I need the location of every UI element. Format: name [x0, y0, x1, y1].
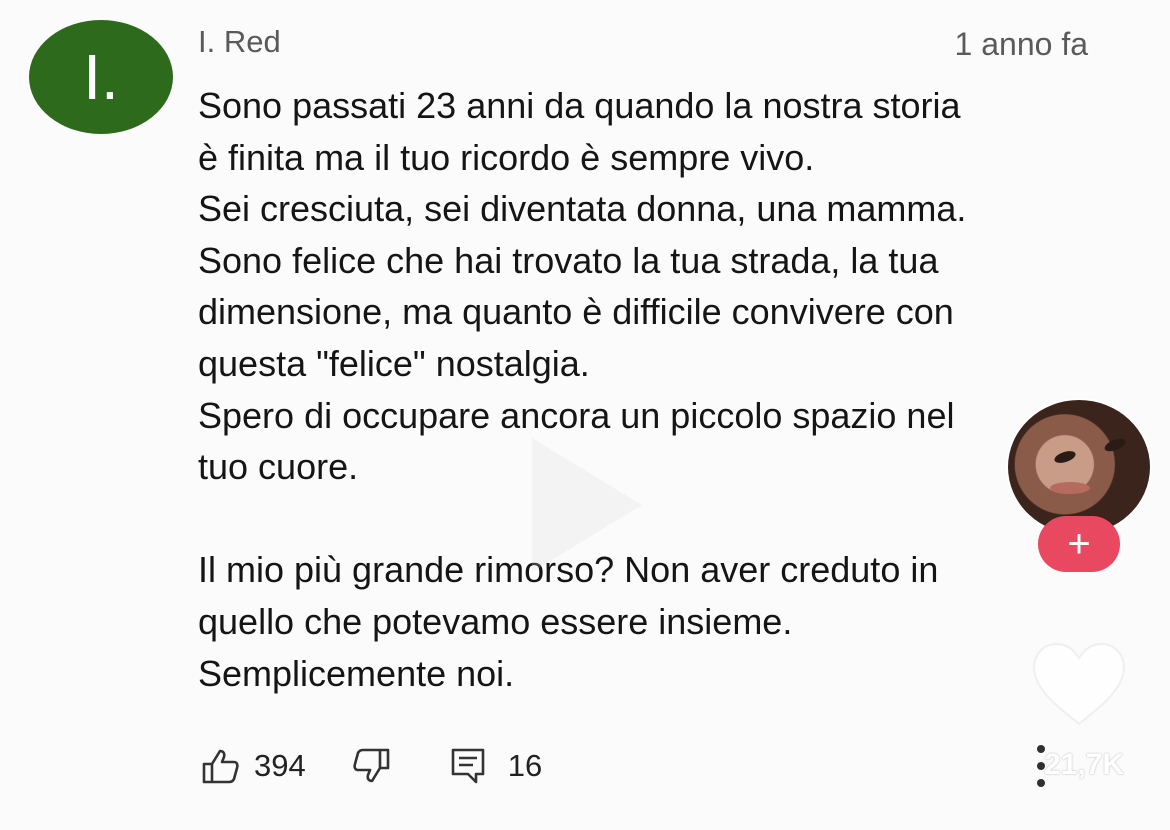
photo-detail [1052, 448, 1078, 466]
comment-line: Semplicemente noi. [198, 652, 515, 694]
comment-timestamp: 1 anno fa [954, 26, 1088, 62]
avatar[interactable]: I. [29, 20, 173, 134]
reply-icon[interactable] [448, 746, 488, 786]
comment-line: Sono passati 23 anni da quando la nostra… [198, 85, 961, 126]
reply-count: 16 [507, 748, 543, 783]
comment-author[interactable]: I. Red [198, 24, 281, 60]
like-count: 394 [254, 748, 306, 783]
follow-button[interactable]: + [1038, 516, 1120, 572]
thumb-down-icon[interactable] [352, 746, 392, 786]
comment-actions: 394 16 [200, 742, 542, 790]
heart-count: 21,7K [1043, 748, 1125, 781]
comment-screenshot-page: I. I. Red 1 anno fa Sono passati 23 anni… [0, 0, 1170, 830]
comment-line: Sono felice che hai trovato la tua strad… [198, 239, 939, 281]
comment-line: dimensione, ma quanto è difficile conviv… [198, 291, 954, 333]
play-icon[interactable] [520, 430, 650, 580]
photo-detail [1050, 482, 1090, 494]
comment-line: Sei cresciuta, sei diventata donna, una … [198, 188, 967, 230]
avatar-letter: I. [83, 41, 119, 113]
comment-text: Sono passati 23 anni da quando la nostra… [198, 80, 1098, 699]
photo-detail [1102, 436, 1128, 454]
comment-line: è finita ma il tuo ricordo è sempre vivo… [198, 136, 815, 178]
heart-icon[interactable] [1028, 636, 1130, 732]
thumb-up-icon[interactable] [200, 746, 240, 786]
comment-line: questa "felice" nostalgia. [198, 342, 590, 384]
comment-line: quello che potevamo essere insieme. [198, 600, 793, 642]
